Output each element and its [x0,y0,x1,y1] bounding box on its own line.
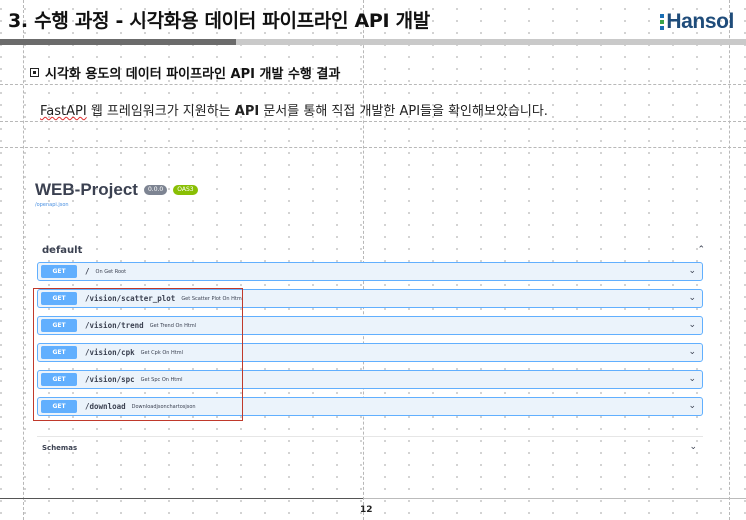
body-text: FastAPI 웹 프레임워크가 지원하는 API 문서를 통해 직접 개발한 … [40,100,548,119]
tag-name: default [42,244,83,256]
square-bullet-icon [30,68,39,77]
chevron-down-icon: ⌄ [688,293,696,303]
body-text-api: API [234,104,260,119]
schemas-label: Schemas [42,444,78,452]
chevron-down-icon: ⌄ [688,320,696,330]
chevron-down-icon: ⌄ [688,347,696,357]
chevron-down-icon: ⌄ [689,442,697,452]
footer-rule [0,498,363,499]
operation-summary: On Get Root [95,268,127,275]
version-badge: 0.0.0 [143,185,168,195]
title-rule [0,39,236,45]
layout-guide [23,0,24,520]
body-text-segment: 문서를 통해 직접 개발한 API들을 확인해보았습니다. [259,104,548,119]
slide-title: 3. 수행 과정 - 시각화용 데이터 파이프라인 API 개발 [8,10,430,32]
page-number: 12 [360,505,373,515]
chevron-down-icon: ⌄ [688,266,696,276]
project-header: WEB-Project 0.0.0 OAS3 [35,180,705,200]
highlight-box [33,288,243,421]
operation-path: / [85,267,90,276]
layout-guide [0,147,746,148]
openapi-json-link[interactable]: /openapi.json [35,202,705,208]
hansol-logo: Hansol [660,10,734,34]
chevron-down-icon: ⌄ [688,401,696,411]
operation-get-root[interactable]: GET / On Get Root ⌄ [37,262,703,281]
section-heading-text: 시각화 용도의 데이터 파이프라인 API 개발 수행 결과 [45,67,341,82]
layout-guide [729,0,730,520]
body-text-fastapi: FastAPI [40,104,87,119]
body-text-segment: 웹 프레임워크가 지원하는 [86,104,235,119]
logo-mark-icon [660,14,665,30]
section-heading: 시각화 용도의 데이터 파이프라인 API 개발 수행 결과 [30,63,340,82]
footer-rule [363,498,746,499]
title-rule [236,39,746,45]
project-title: WEB-Project [35,180,138,199]
layout-guide [0,121,746,122]
method-badge: GET [41,265,77,278]
swagger-ui-screenshot: WEB-Project 0.0.0 OAS3 /openapi.json def… [33,180,705,452]
schemas-section[interactable]: Schemas ⌄ [37,436,703,460]
logo-text: Hansol [666,10,734,33]
tag-default[interactable]: default ⌃ [42,242,705,258]
layout-guide [0,84,746,85]
chevron-up-icon: ⌃ [697,245,705,255]
chevron-down-icon: ⌄ [688,374,696,384]
oas-badge: OAS3 [173,185,198,195]
